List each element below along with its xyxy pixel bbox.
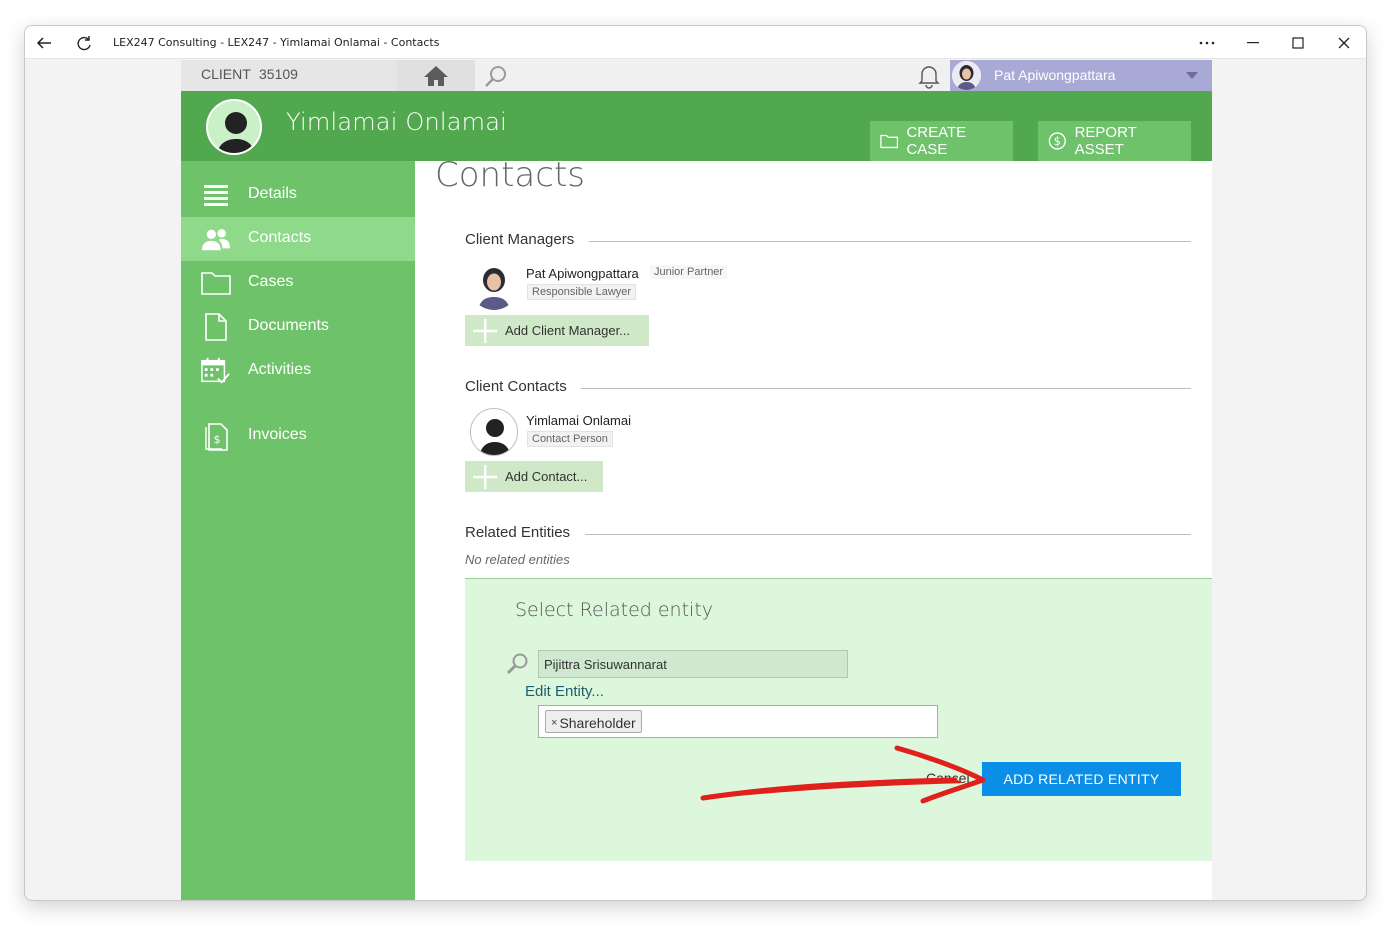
client-avatar [206,99,262,155]
sidebar-item-contacts[interactable]: Contacts [181,217,415,261]
client-contacts-heading: Client Contacts [465,378,567,395]
folder-icon [201,269,231,297]
add-contact-button[interactable]: Add Contact... [465,461,603,492]
cancel-link[interactable]: Cancel [926,770,970,786]
client-id: 35109 [259,66,298,82]
sidebar-item-activities[interactable]: Activities [181,349,415,393]
search-icon[interactable] [483,64,509,93]
manager-title-badge: Junior Partner [650,265,728,279]
add-contact-label: Add Contact... [505,469,588,484]
client-label: CLIENT [201,66,251,82]
people-icon [201,225,231,253]
edit-entity-link[interactable]: Edit Entity... [525,683,604,700]
folder-icon [880,134,899,149]
manager-name[interactable]: Pat Apiwongpattara [526,266,639,281]
home-button[interactable] [397,60,475,91]
sidebar-item-invoices[interactable]: $ Invoices [181,414,415,458]
plus-icon [465,315,505,346]
report-asset-button[interactable]: $ REPORT ASSET [1038,121,1191,161]
user-menu[interactable]: Pat Apiwongpattara [950,60,1212,91]
search-icon [506,652,530,681]
sidebar-item-details[interactable]: Details [181,173,415,217]
home-icon [424,65,448,86]
tag-label: Shareholder [559,714,636,731]
main-content: Contacts Client Managers Pat Apiwongpatt… [415,155,1212,900]
sidebar-item-label: Activities [248,361,312,378]
refresh-icon[interactable] [73,32,95,54]
sidebar-item-label: Invoices [248,426,307,443]
contact-role-badge: Contact Person [527,431,613,447]
user-name: Pat Apiwongpattara [994,67,1116,83]
minimize-icon[interactable] [1242,32,1264,54]
section-divider [585,534,1191,535]
document-icon [201,313,231,341]
add-client-manager-label: Add Client Manager... [505,323,631,338]
remove-tag-icon[interactable]: × [551,717,557,729]
sidebar-item-label: Cases [248,273,294,290]
add-related-entity-button[interactable]: ADD RELATED ENTITY [982,762,1181,796]
bell-icon[interactable] [916,63,942,94]
browser-window: LEX247 Consulting - LEX247 - Yimlamai On… [24,25,1367,901]
sidebar-item-documents[interactable]: Documents [181,305,415,349]
contact-name[interactable]: Yimlamai Onlamai [526,413,631,428]
shareholder-tag: × Shareholder [545,710,642,733]
section-divider [589,241,1191,242]
manager-avatar [470,262,518,310]
client-managers-heading: Client Managers [465,231,575,248]
create-case-label: CREATE CASE [906,124,967,158]
client-name: Yimlamai Onlamai [286,108,508,136]
page-title: Contacts [435,155,585,195]
no-related-entities-text: No related entities [465,552,570,567]
related-entity-search-input[interactable] [538,650,848,678]
related-entities-heading: Related Entities [465,524,571,541]
report-asset-label: REPORT ASSET [1074,124,1137,158]
svg-text:$: $ [214,433,221,446]
sidebar-item-cases[interactable]: Cases [181,261,415,305]
contact-avatar [470,408,518,456]
relation-type-input[interactable]: × Shareholder [538,705,938,738]
more-options-icon[interactable] [1196,32,1218,54]
close-icon[interactable] [1333,32,1355,54]
manager-role-badge: Responsible Lawyer [527,284,637,300]
app-content: CLIENT 35109 Pat Apiwongpattara Yimlamai… [181,60,1212,900]
user-avatar [952,61,981,90]
section-divider [581,388,1191,389]
sidebar-item-label: Documents [248,317,329,334]
select-related-title: Select Related entity [515,599,714,621]
back-arrow-icon[interactable] [33,32,55,54]
sidebar-item-label: Details [248,185,297,202]
plus-icon [465,461,505,492]
add-client-manager-button[interactable]: Add Client Manager... [465,315,649,346]
invoice-icon: $ [201,422,231,451]
client-header: Yimlamai Onlamai CREATE CASE $ REPORT AS… [181,91,1212,161]
window-title: LEX247 Consulting - LEX247 - Yimlamai On… [113,36,440,49]
sidebar-item-label: Contacts [248,229,312,246]
select-related-entity-panel: Select Related entity Edit Entity... × S… [465,578,1212,861]
maximize-icon[interactable] [1287,32,1309,54]
calendar-icon [201,357,231,385]
title-bar: LEX247 Consulting - LEX247 - Yimlamai On… [25,26,1366,59]
top-strip: CLIENT 35109 Pat Apiwongpattara [181,60,1212,91]
client-id-box: CLIENT 35109 [181,60,397,91]
create-case-button[interactable]: CREATE CASE [870,121,1013,161]
dollar-icon: $ [1048,132,1066,150]
sidebar: Details Contacts Cases Documents Activit… [181,161,415,900]
chevron-down-icon [1186,72,1198,79]
svg-text:$: $ [1054,135,1061,148]
list-icon [201,181,231,209]
